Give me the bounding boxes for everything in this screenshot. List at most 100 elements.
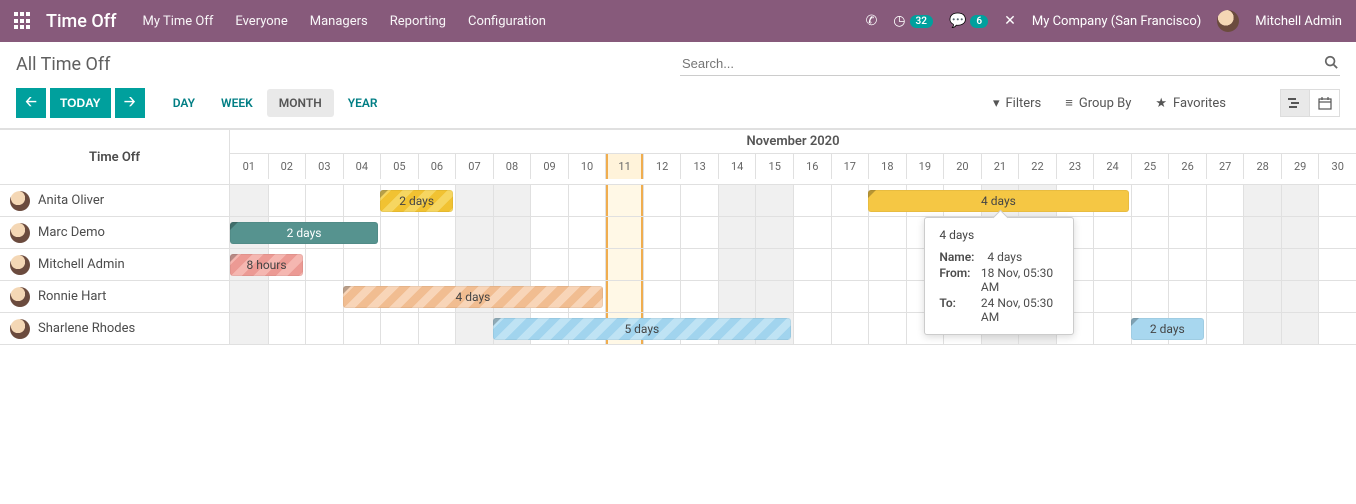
grid-cell[interactable]: [868, 217, 906, 248]
grid-cell[interactable]: [831, 217, 869, 248]
employee-row[interactable]: Ronnie Hart: [0, 281, 229, 313]
phone-icon[interactable]: ✆: [866, 13, 878, 29]
grid-cell[interactable]: [1168, 185, 1206, 216]
grid-cell[interactable]: [343, 185, 381, 216]
grid-cell[interactable]: [568, 249, 606, 280]
grid-cell[interactable]: [1281, 281, 1319, 312]
prev-button[interactable]: 🡠: [16, 88, 46, 118]
nav-managers[interactable]: Managers: [310, 14, 368, 29]
pill-mitchell[interactable]: 8 hours: [230, 254, 303, 276]
grid-cell[interactable]: [268, 281, 306, 312]
grid-cell[interactable]: [831, 185, 869, 216]
grid-cell[interactable]: [1131, 217, 1169, 248]
grid-cell[interactable]: [380, 249, 418, 280]
grid-cell[interactable]: [343, 249, 381, 280]
grid-cell[interactable]: [305, 281, 343, 312]
grid-cell[interactable]: [793, 281, 831, 312]
grid-cell[interactable]: [305, 185, 343, 216]
grid-cell[interactable]: [868, 249, 906, 280]
scale-year[interactable]: YEAR: [336, 89, 390, 117]
grid-cell[interactable]: [1131, 281, 1169, 312]
grid-cell[interactable]: [568, 217, 606, 248]
grid-cell[interactable]: [493, 185, 531, 216]
search-input[interactable]: [680, 52, 1322, 75]
grid-cell[interactable]: [868, 313, 906, 344]
grid-cell[interactable]: [793, 313, 831, 344]
grid-cell[interactable]: [305, 249, 343, 280]
grid-cell[interactable]: [1281, 185, 1319, 216]
grid-cell[interactable]: [1318, 217, 1356, 248]
grid-cell[interactable]: [418, 217, 456, 248]
grid-cell[interactable]: [718, 249, 756, 280]
scale-day[interactable]: DAY: [161, 89, 207, 117]
grid-cell[interactable]: [1206, 185, 1244, 216]
grid-cell[interactable]: [1093, 249, 1131, 280]
pill-marc[interactable]: 2 days: [230, 222, 378, 244]
employee-row[interactable]: Marc Demo: [0, 217, 229, 249]
grid-cell[interactable]: [1318, 249, 1356, 280]
nav-everyone[interactable]: Everyone: [235, 14, 287, 29]
grid-cell[interactable]: [718, 185, 756, 216]
grid-cell[interactable]: [568, 185, 606, 216]
grid-cell[interactable]: [455, 313, 493, 344]
grid-cell[interactable]: [1206, 313, 1244, 344]
pill-anita-1[interactable]: 2 days: [380, 190, 453, 212]
grid-cell[interactable]: [680, 185, 718, 216]
grid-cell[interactable]: [230, 185, 268, 216]
nav-my-time-off[interactable]: My Time Off: [142, 14, 213, 29]
grid-cell[interactable]: [831, 249, 869, 280]
today-button[interactable]: TODAY: [50, 88, 111, 118]
grid-cell[interactable]: [755, 217, 793, 248]
grid-cell[interactable]: [605, 249, 643, 280]
grid-cell[interactable]: [1243, 217, 1281, 248]
grid-cell[interactable]: [831, 313, 869, 344]
user-name[interactable]: Mitchell Admin: [1255, 14, 1342, 29]
grid-cell[interactable]: [343, 313, 381, 344]
grid-cell[interactable]: [793, 249, 831, 280]
grid-cell[interactable]: [1243, 281, 1281, 312]
calendar-view-button[interactable]: [1310, 89, 1340, 117]
grid-cell[interactable]: [718, 281, 756, 312]
pill-sharlene-2[interactable]: 2 days: [1131, 318, 1204, 340]
gantt-view-button[interactable]: [1280, 89, 1310, 117]
company-switcher[interactable]: My Company (San Francisco): [1032, 14, 1201, 29]
grid-cell[interactable]: [380, 313, 418, 344]
grid-cell[interactable]: [1243, 249, 1281, 280]
grid-cell[interactable]: [643, 281, 681, 312]
grid-cell[interactable]: [755, 185, 793, 216]
grid-cell[interactable]: [1243, 313, 1281, 344]
favorites-button[interactable]: ★ Favorites: [1155, 89, 1226, 117]
grid-cell[interactable]: [1206, 217, 1244, 248]
pill-anita-2[interactable]: 4 days: [868, 190, 1129, 212]
messages-badge[interactable]: 💬 6: [949, 13, 988, 29]
grid-cell[interactable]: [1168, 281, 1206, 312]
grid-cell[interactable]: [605, 217, 643, 248]
grid-cell[interactable]: [1318, 313, 1356, 344]
grid-cell[interactable]: [1168, 249, 1206, 280]
grid-cell[interactable]: [868, 281, 906, 312]
grid-cell[interactable]: [831, 281, 869, 312]
grid-cell[interactable]: [1318, 281, 1356, 312]
grid-cell[interactable]: [755, 281, 793, 312]
grid-cell[interactable]: [680, 217, 718, 248]
grid-cell[interactable]: [455, 249, 493, 280]
grid-cell[interactable]: [1281, 217, 1319, 248]
activity-badge[interactable]: ◷ 32: [893, 13, 933, 29]
grid-cell[interactable]: [493, 217, 531, 248]
grid-cell[interactable]: [793, 185, 831, 216]
grid-cell[interactable]: [455, 185, 493, 216]
app-brand[interactable]: Time Off: [46, 11, 116, 32]
groupby-button[interactable]: ≡ Group By: [1065, 89, 1131, 117]
grid-cell[interactable]: [605, 281, 643, 312]
grid-cell[interactable]: [793, 217, 831, 248]
grid-cell[interactable]: [1131, 249, 1169, 280]
grid-cell[interactable]: [530, 249, 568, 280]
grid-cell[interactable]: [755, 249, 793, 280]
grid-cell[interactable]: [718, 217, 756, 248]
grid-cell[interactable]: [1206, 281, 1244, 312]
grid-cell[interactable]: [643, 185, 681, 216]
grid-cell[interactable]: [268, 185, 306, 216]
grid-cell[interactable]: [230, 281, 268, 312]
grid-cell[interactable]: [418, 313, 456, 344]
nav-configuration[interactable]: Configuration: [468, 14, 546, 29]
